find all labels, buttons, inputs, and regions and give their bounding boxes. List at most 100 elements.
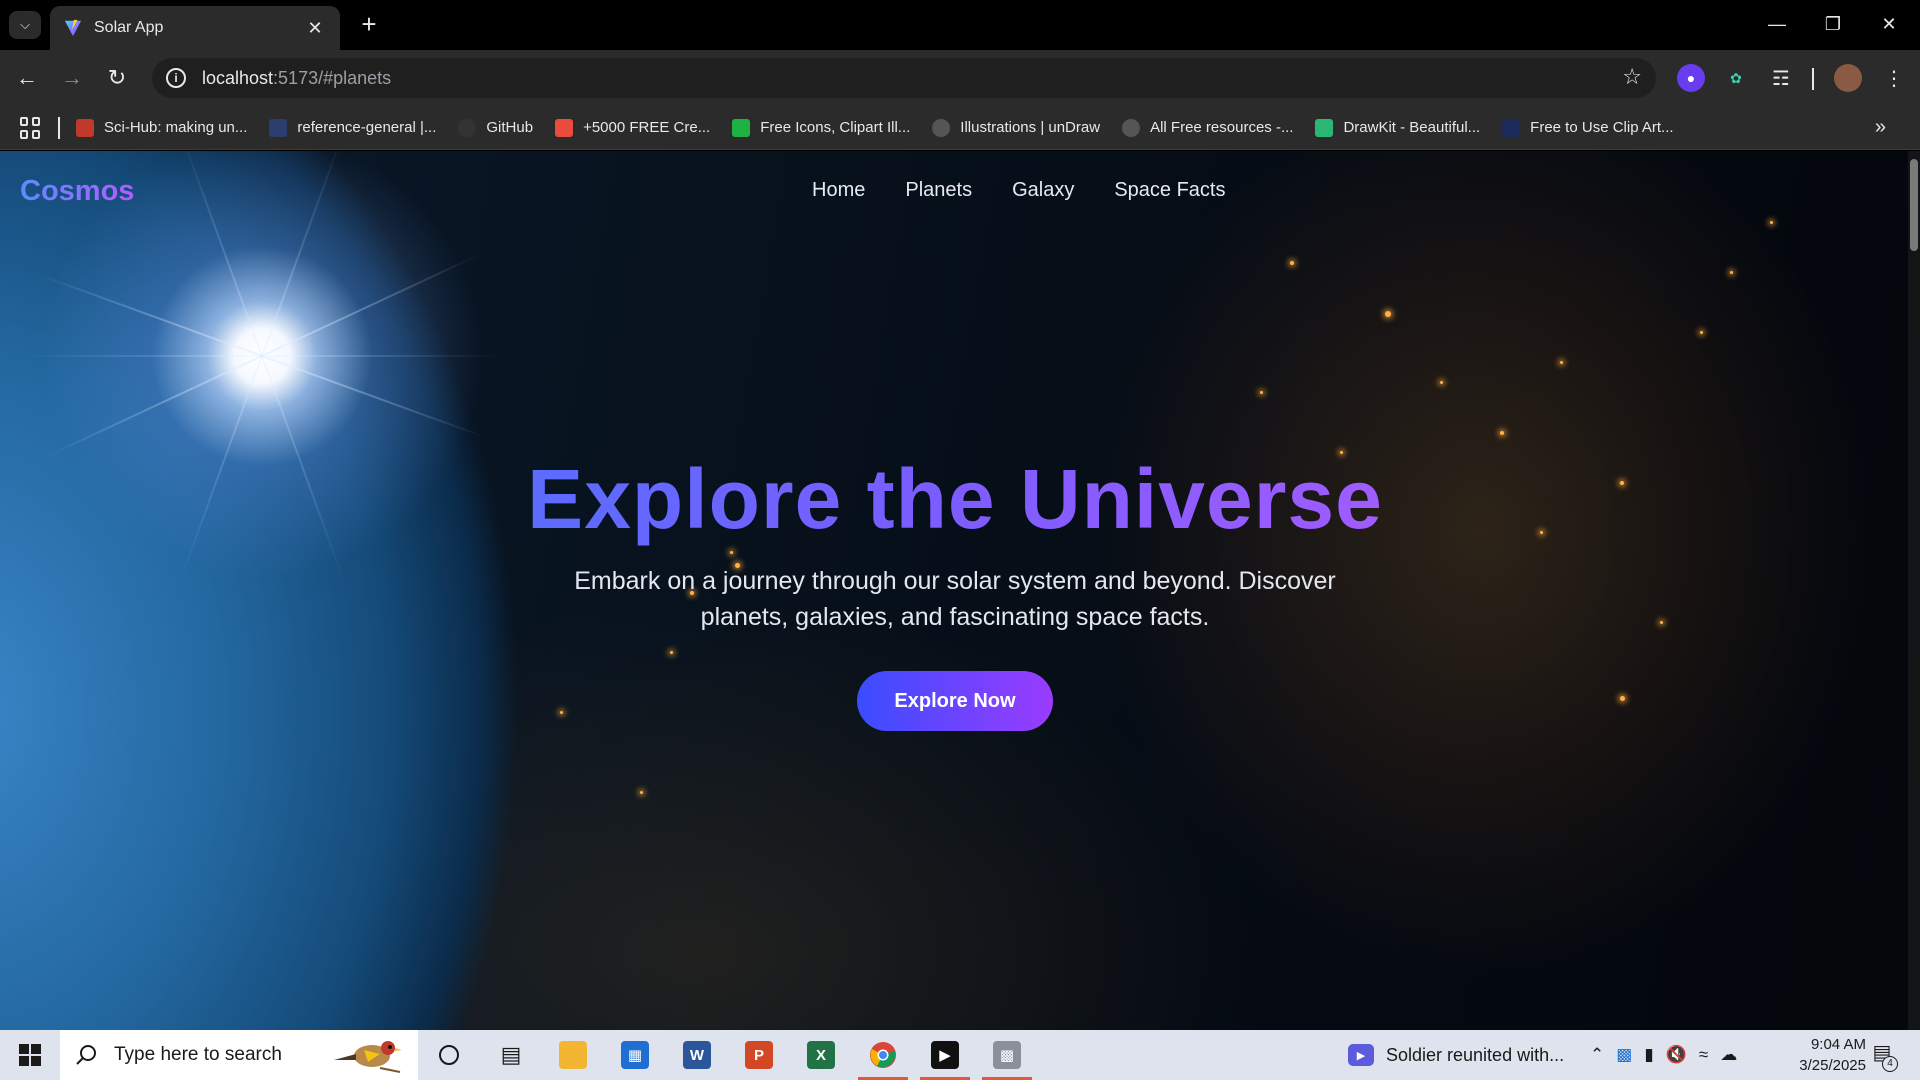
terminal-app-icon: ▶ xyxy=(931,1041,959,1069)
hero-subtitle: Embark on a journey through our solar sy… xyxy=(574,567,1336,631)
terminal-app-button[interactable]: ▶ xyxy=(914,1030,976,1080)
forward-button[interactable]: → xyxy=(56,62,88,94)
new-tab-button[interactable]: + xyxy=(354,10,384,40)
scrollbar-thumb[interactable] xyxy=(1910,159,1918,251)
clipart-icon xyxy=(1502,118,1521,137)
chrome-button[interactable] xyxy=(852,1030,914,1080)
system-tray: ⌃ ▩ ▮ 🔇 ≈ ☁ xyxy=(1590,1030,1737,1080)
nav-home[interactable]: Home xyxy=(812,179,865,202)
bookmark-item[interactable]: Illustrations | unDraw xyxy=(932,118,1101,137)
bookmark-item[interactable]: +5000 FREE Cre... xyxy=(555,118,710,137)
reference-icon xyxy=(269,118,288,137)
extension-purple-icon[interactable]: ● xyxy=(1677,64,1705,92)
tab-search-chevron-icon[interactable]: ⌵ xyxy=(9,11,41,39)
clock-date: 3/25/2025 xyxy=(1799,1057,1866,1074)
tab-strip: ⌵ Solar App ✕ + — ❐ ✕ xyxy=(0,0,1920,50)
clock-time: 9:04 AM xyxy=(1810,1036,1866,1053)
minimize-button[interactable]: — xyxy=(1754,8,1800,40)
scihub-icon xyxy=(76,118,94,137)
chrome-icon xyxy=(870,1042,896,1068)
close-window-button[interactable]: ✕ xyxy=(1866,8,1912,40)
cortana-circle-icon xyxy=(439,1045,459,1065)
store-button[interactable]: ▦ xyxy=(604,1030,666,1080)
battery-icon[interactable]: ▮ xyxy=(1644,1045,1653,1065)
icons8-icon xyxy=(732,118,751,137)
file-explorer-button[interactable] xyxy=(542,1030,604,1080)
bookmark-item[interactable]: DrawKit - Beautiful... xyxy=(1315,118,1481,137)
site-info-icon[interactable]: i xyxy=(166,68,186,88)
task-view-button[interactable]: ▤ xyxy=(480,1030,542,1080)
play-news-icon: ▶ xyxy=(1348,1044,1374,1066)
news-text: Soldier reunited with... xyxy=(1386,1044,1565,1065)
powerpoint-icon: P xyxy=(745,1041,773,1069)
page-viewport: Cosmos Home Planets Galaxy Space Facts E… xyxy=(0,151,1920,1030)
url-host: localhost xyxy=(202,67,274,88)
cortana-button[interactable] xyxy=(418,1030,480,1080)
extensions-puzzle-icon[interactable]: ☶ xyxy=(1767,64,1795,92)
windows-logo-icon xyxy=(19,1044,41,1066)
extension-leaf-icon[interactable]: ✿ xyxy=(1722,64,1750,92)
hero-title: Explore the Universe xyxy=(0,451,1910,548)
apps-grid-icon[interactable] xyxy=(20,116,42,139)
windows-taskbar: Type here to search ▤ ▦ W P X ▶ ▩ ▶ Sold… xyxy=(0,1030,1920,1080)
word-button[interactable]: W xyxy=(666,1030,728,1080)
bookmarks-bar: Sci-Hub: making un... reference-general … xyxy=(0,106,1920,150)
vite-favicon-icon xyxy=(64,19,82,37)
reload-button[interactable]: ↻ xyxy=(101,62,133,94)
system-app-button[interactable]: ▩ xyxy=(976,1030,1038,1080)
bookmark-label: GitHub xyxy=(486,119,534,136)
onedrive-icon[interactable]: ☁ xyxy=(1720,1045,1737,1065)
bookmark-label: Sci-Hub: making un... xyxy=(104,119,248,136)
nav-galaxy[interactable]: Galaxy xyxy=(1012,179,1074,202)
explore-now-button[interactable]: Explore Now xyxy=(857,671,1053,731)
undraw-icon xyxy=(932,118,951,137)
menu-kebab-icon[interactable]: ⋮ xyxy=(1880,64,1908,92)
system-app-icon: ▩ xyxy=(993,1041,1021,1069)
nav-space-facts[interactable]: Space Facts xyxy=(1114,179,1225,202)
task-view-icon: ▤ xyxy=(500,1042,522,1067)
tab-close-icon[interactable]: ✕ xyxy=(304,18,326,39)
bookmark-item[interactable]: Free Icons, Clipart Ill... xyxy=(732,118,911,137)
bookmark-star-icon[interactable]: ☆ xyxy=(1622,64,1642,90)
bookmarks-overflow-icon[interactable]: » xyxy=(1875,116,1886,139)
tray-app-icon[interactable]: ▩ xyxy=(1616,1045,1632,1065)
browser-toolbar: ← → ↻ i localhost:5173/#planets ☆ ● ✿ ☶ … xyxy=(0,50,1920,106)
volume-muted-icon[interactable]: 🔇 xyxy=(1666,1045,1687,1065)
profile-avatar[interactable] xyxy=(1834,64,1862,92)
bookmark-item[interactable]: Sci-Hub: making un... xyxy=(76,118,248,137)
page-scrollbar[interactable] xyxy=(1908,151,1920,1030)
bookmark-item[interactable]: Free to Use Clip Art... xyxy=(1502,118,1674,137)
toolbar-divider xyxy=(1812,68,1814,90)
bookmark-label: Free Icons, Clipart Ill... xyxy=(760,119,911,136)
store-bag-icon: ▦ xyxy=(621,1041,649,1069)
bookmark-label: All Free resources -... xyxy=(1150,119,1294,136)
excel-icon: X xyxy=(807,1041,835,1069)
bookmarks-divider xyxy=(58,116,60,139)
notifications-button[interactable]: ▤ 4 xyxy=(1864,1040,1900,1072)
tab-title: Solar App xyxy=(94,19,164,36)
globe-icon xyxy=(1122,118,1141,137)
notification-count-badge: 4 xyxy=(1882,1056,1898,1072)
bookmark-label: DrawKit - Beautiful... xyxy=(1343,119,1481,136)
bookmark-label: Illustrations | unDraw xyxy=(960,119,1101,136)
network-icon[interactable]: ≈ xyxy=(1699,1045,1708,1065)
bookmark-label: reference-general |... xyxy=(297,119,437,136)
tab-solar-app[interactable]: Solar App ✕ xyxy=(50,6,340,50)
bookmark-item[interactable]: reference-general |... xyxy=(269,118,437,137)
bookmark-item[interactable]: GitHub xyxy=(458,118,534,137)
system-clock[interactable]: 9:04 AM 3/25/2025 xyxy=(1776,1034,1866,1076)
restore-button[interactable]: ❐ xyxy=(1810,8,1856,40)
tray-chevron-up-icon[interactable]: ⌃ xyxy=(1590,1045,1604,1065)
address-bar[interactable]: i localhost:5173/#planets ☆ xyxy=(152,58,1656,98)
news-widget[interactable]: ▶ Soldier reunited with... xyxy=(1348,1030,1564,1080)
word-icon: W xyxy=(683,1041,711,1069)
taskbar-search-box[interactable]: Type here to search xyxy=(60,1030,418,1080)
bookmark-item[interactable]: All Free resources -... xyxy=(1122,118,1294,137)
nav-planets[interactable]: Planets xyxy=(905,179,972,202)
back-button[interactable]: ← xyxy=(11,62,43,94)
start-button[interactable] xyxy=(0,1030,60,1080)
brand-logo[interactable]: Cosmos xyxy=(20,175,134,208)
excel-button[interactable]: X xyxy=(790,1030,852,1080)
powerpoint-button[interactable]: P xyxy=(728,1030,790,1080)
main-nav: Home Planets Galaxy Space Facts xyxy=(812,179,1226,202)
